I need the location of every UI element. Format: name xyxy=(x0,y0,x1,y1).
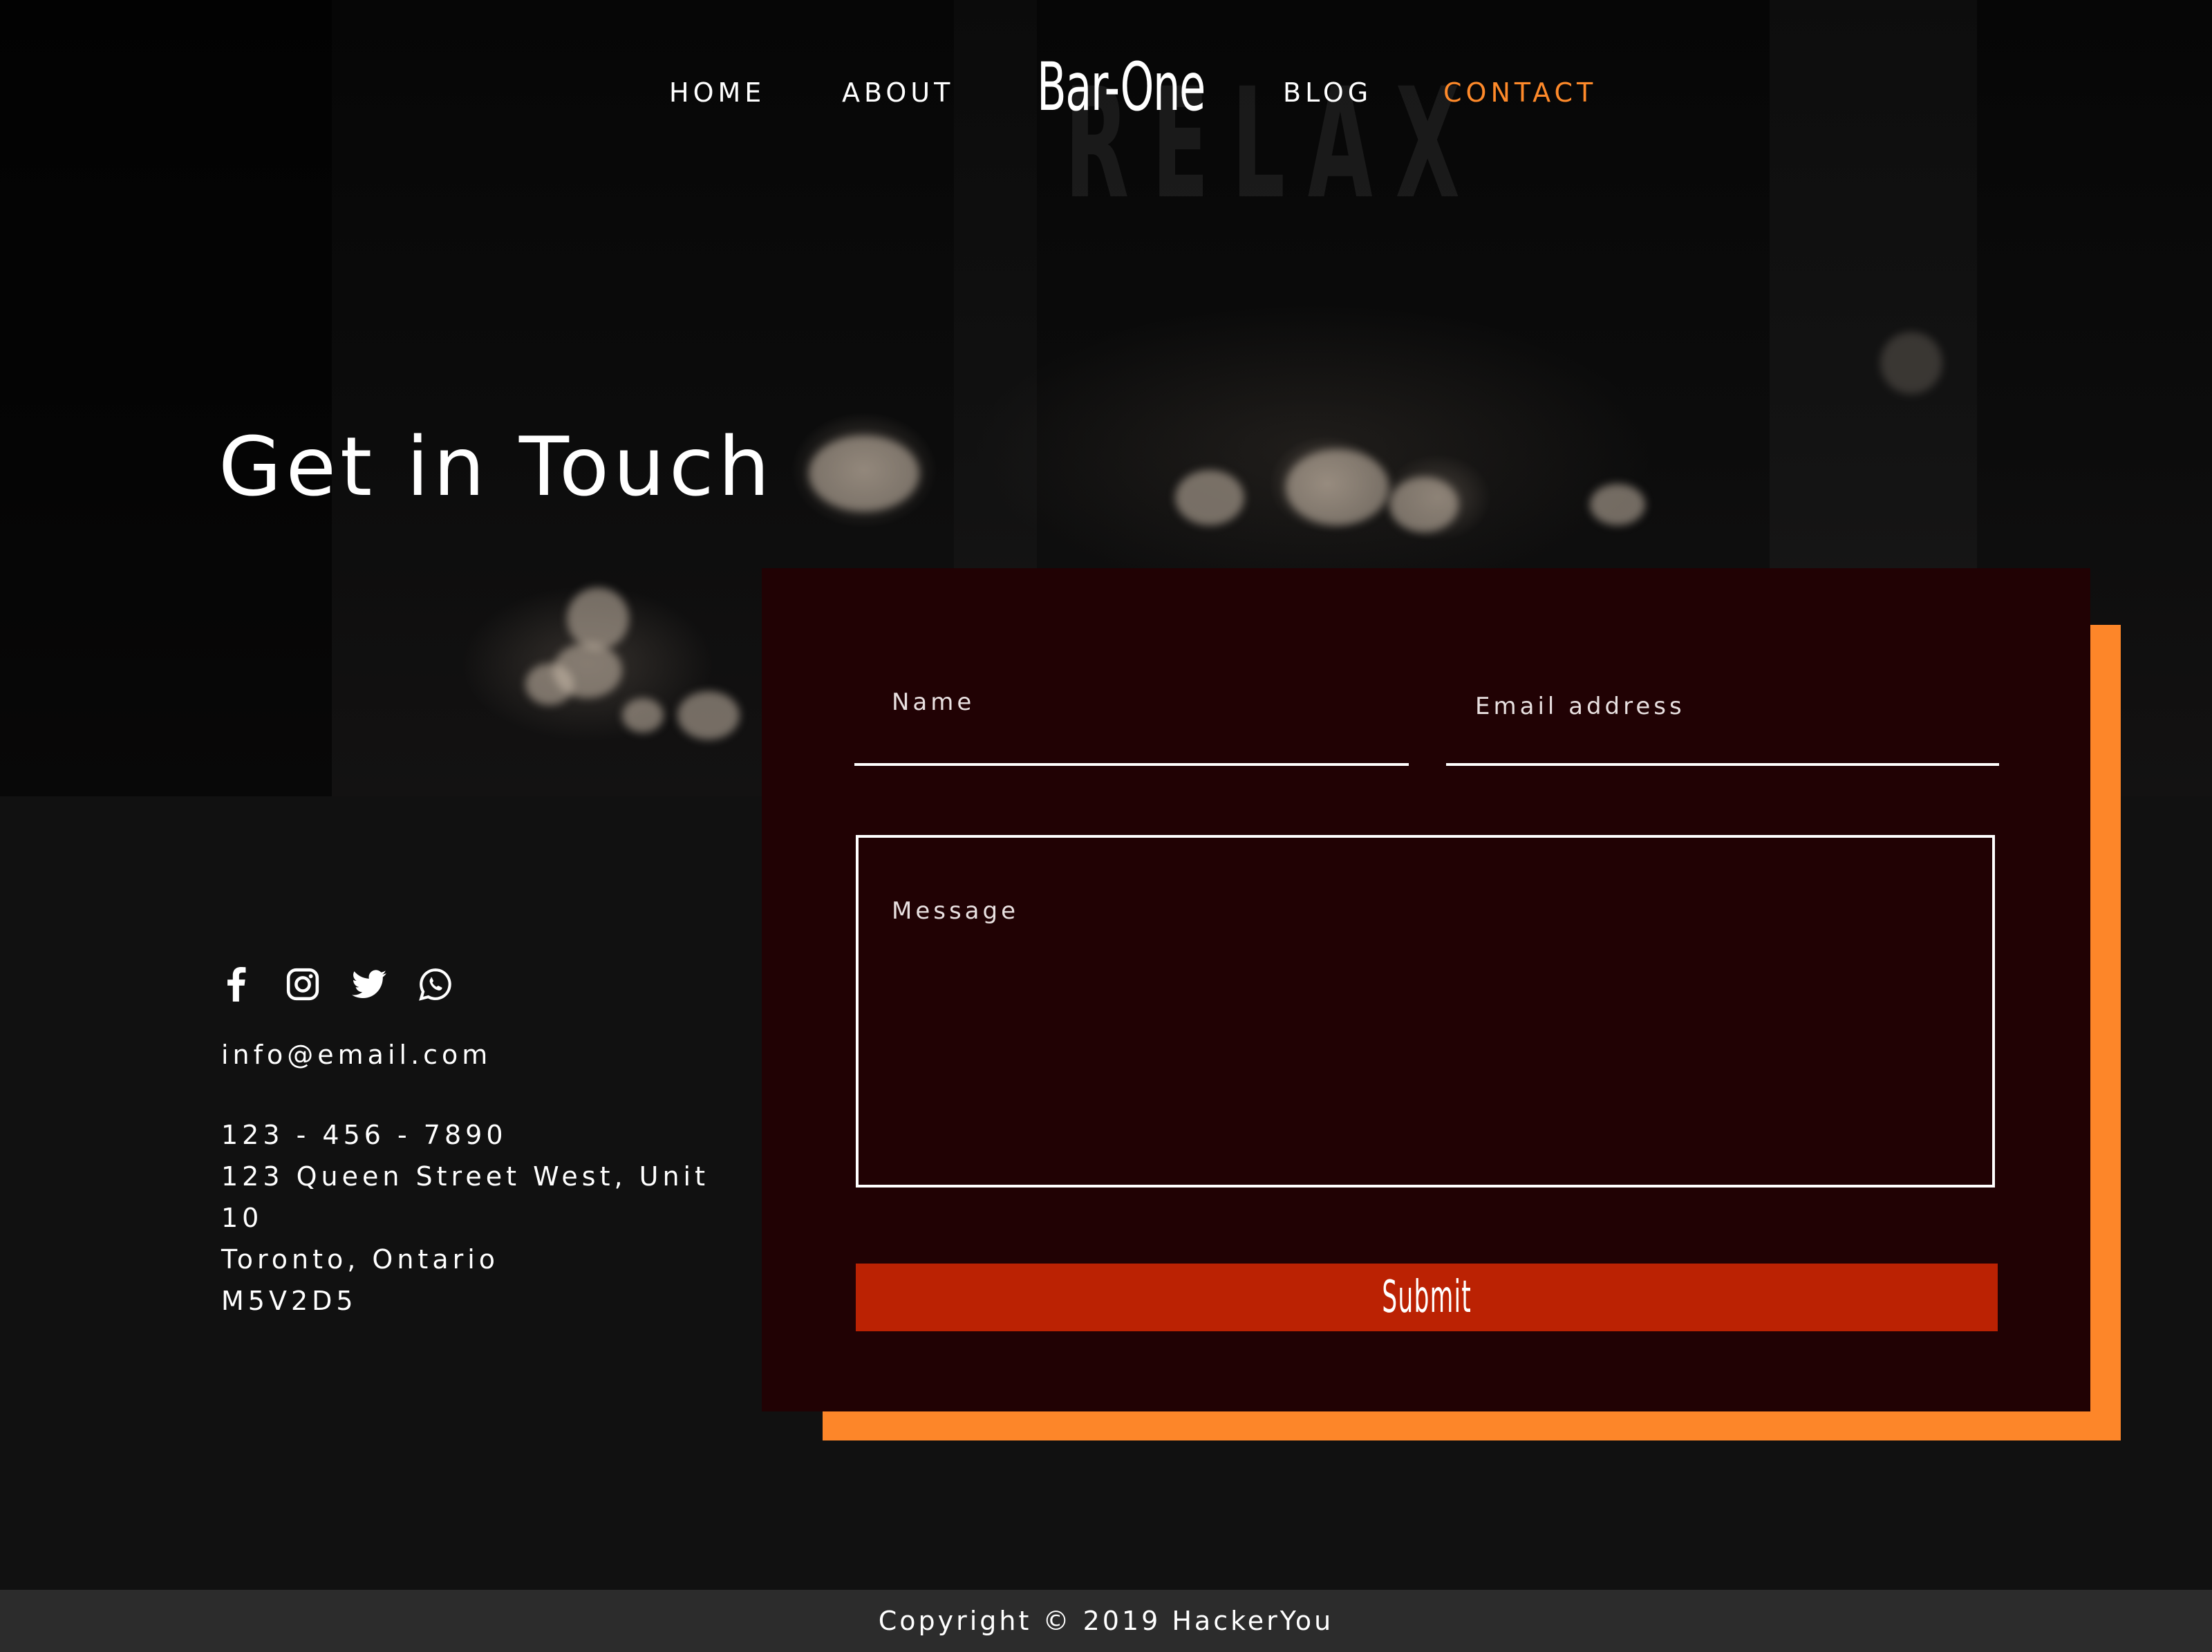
hero-shade-panel xyxy=(0,0,332,796)
contact-address-block: 123 - 456 - 7890 123 Queen Street West, … xyxy=(221,1114,709,1322)
bokeh-light xyxy=(622,698,664,733)
whatsapp-icon[interactable] xyxy=(418,966,453,1002)
bokeh-light xyxy=(677,691,740,740)
bokeh-light xyxy=(1590,484,1645,525)
bokeh-light xyxy=(1880,332,1942,394)
submit-button[interactable]: Submit xyxy=(856,1264,1998,1331)
instagram-icon[interactable] xyxy=(285,966,321,1002)
twitter-icon[interactable] xyxy=(351,966,387,1002)
nav-about-link[interactable]: ABOUT xyxy=(842,77,954,108)
address-line: 10 xyxy=(221,1203,263,1233)
address-line: M5V2D5 xyxy=(221,1286,357,1316)
bokeh-light xyxy=(1389,477,1459,532)
nav-contact-link[interactable]: CONTACT xyxy=(1443,77,1597,108)
submit-button-label: Submit xyxy=(1382,1272,1472,1323)
address-line: 123 Queen Street West, Unit xyxy=(221,1161,710,1192)
message-textarea[interactable] xyxy=(856,835,1995,1188)
bokeh-light xyxy=(809,435,919,511)
bokeh-light xyxy=(1286,449,1389,525)
bokeh-light xyxy=(567,588,629,650)
page-title: Get in Touch xyxy=(218,419,774,514)
site-logo[interactable]: Bar-One xyxy=(1037,48,1206,126)
nav-blog-link[interactable]: BLOG xyxy=(1283,77,1372,108)
copyright-text: Copyright © 2019 HackerYou xyxy=(878,1606,1334,1636)
facebook-icon[interactable] xyxy=(218,966,254,1002)
message-field-label: Message xyxy=(892,897,1020,925)
nav-home-link[interactable]: HOME xyxy=(669,77,765,108)
contact-phone: 123 - 456 - 7890 xyxy=(221,1120,507,1150)
email-input[interactable] xyxy=(1446,712,1999,766)
bokeh-light xyxy=(525,664,574,705)
address-line: Toronto, Ontario xyxy=(221,1244,500,1275)
social-links xyxy=(218,966,453,1002)
contact-email-link[interactable]: info@email.com xyxy=(221,1034,491,1076)
bokeh-light xyxy=(1175,470,1244,525)
name-input[interactable] xyxy=(854,712,1409,766)
footer: Copyright © 2019 HackerYou xyxy=(0,1590,2212,1652)
